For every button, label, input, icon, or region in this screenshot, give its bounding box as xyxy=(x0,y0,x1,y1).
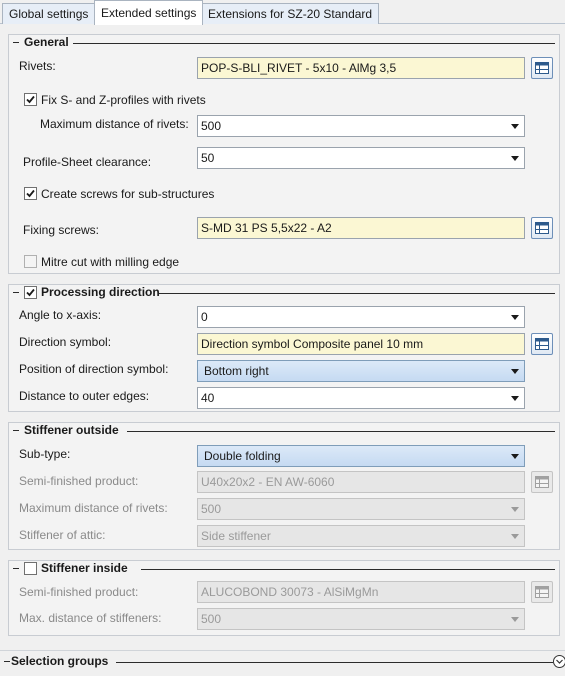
mitre-checkbox[interactable] xyxy=(24,255,37,268)
stiffener-outside-title-text: Stiffener outside xyxy=(24,423,119,437)
angle-label: Angle to x-axis: xyxy=(19,308,102,322)
clearance-value: 50 xyxy=(201,151,215,165)
clearance-dropdown[interactable]: 50 xyxy=(197,147,525,169)
stiffener-outside-title: Stiffener outside xyxy=(13,422,119,438)
direction-symbol-picker-button[interactable] xyxy=(531,333,553,355)
fixing-screws-picker-button[interactable] xyxy=(531,217,553,239)
check-icon xyxy=(26,288,35,296)
tab-extensions-sz20[interactable]: Extensions for SZ-20 Standard xyxy=(201,3,380,24)
stiffener-attic-dropdown[interactable]: Side stiffener xyxy=(197,525,525,547)
table-picker-icon xyxy=(535,222,549,234)
processing-direction-checkbox[interactable] xyxy=(24,285,37,299)
max-rivets-outside-label: Maximum distance of rivets: xyxy=(19,501,168,515)
max-stiffeners-value: 500 xyxy=(201,612,222,626)
position-symbol-value: Bottom right xyxy=(204,364,269,378)
angle-dropdown[interactable]: 0 xyxy=(197,306,525,328)
fix-profiles-label: Fix S- and Z-profiles with rivets xyxy=(41,93,206,107)
table-picker-icon xyxy=(535,62,549,74)
semi-finished-outside-label: Semi-finished product: xyxy=(19,474,139,488)
fixing-screws-field[interactable]: S-MD 31 PS 5,5x22 - A2 xyxy=(197,217,525,239)
semi-finished-inside-label: Semi-finished product: xyxy=(19,585,139,599)
chevron-down-icon xyxy=(511,534,519,539)
tab-extended-settings[interactable]: Extended settings xyxy=(94,0,204,25)
processing-direction-title-text: Processing direction xyxy=(41,285,160,299)
selection-groups-title-text: Selection groups xyxy=(11,654,109,668)
subtype-label: Sub-type: xyxy=(19,447,71,461)
chevron-down-icon xyxy=(511,369,519,374)
processing-direction-group: Processing direction Angle to x-axis: 0 … xyxy=(8,284,560,412)
max-stiffeners-dropdown[interactable]: 500 xyxy=(197,608,525,630)
semi-finished-inside-field[interactable]: ALUCOBOND 30073 - AlSiMgMn xyxy=(197,581,525,603)
max-rivets-outside-value: 500 xyxy=(201,502,222,516)
stiffener-outside-group: Stiffener outside Sub-type: Double foldi… xyxy=(8,422,560,550)
settings-panel: General Rivets: POP-S-BLI_RIVET - 5x10 -… xyxy=(0,24,565,676)
position-symbol-label: Position of direction symbol: xyxy=(19,362,169,376)
stiffener-inside-checkbox[interactable] xyxy=(24,561,37,575)
stiffener-inside-group: Stiffener inside Semi-finished product: … xyxy=(8,560,560,636)
max-stiffeners-label: Max. distance of stiffeners: xyxy=(19,611,162,625)
tab-global-settings[interactable]: Global settings xyxy=(2,3,96,24)
rivets-label: Rivets: xyxy=(19,59,56,73)
distance-edges-value: 40 xyxy=(201,391,215,405)
direction-symbol-field[interactable]: Direction symbol Composite panel 10 mm xyxy=(197,333,525,355)
chevron-down-icon xyxy=(511,617,519,622)
max-rivets-outside-dropdown[interactable]: 500 xyxy=(197,498,525,520)
clearance-label: Profile-Sheet clearance: xyxy=(23,155,152,169)
max-distance-dropdown[interactable]: 500 xyxy=(197,115,525,137)
chevron-down-icon xyxy=(511,156,519,161)
general-group-title: General xyxy=(13,34,69,50)
tab-bar: Global settings Extended settings Extens… xyxy=(0,0,565,25)
subtype-dropdown[interactable]: Double folding xyxy=(197,445,525,467)
selection-groups-header[interactable]: Selection groups xyxy=(0,650,565,670)
chevron-down-icon xyxy=(511,507,519,512)
rivets-field[interactable]: POP-S-BLI_RIVET - 5x10 - AlMg 3,5 xyxy=(197,57,525,79)
fix-profiles-checkbox[interactable] xyxy=(24,93,37,106)
rivets-picker-button[interactable] xyxy=(531,57,553,79)
general-title-text: General xyxy=(24,35,69,49)
processing-direction-title: Processing direction xyxy=(13,284,160,300)
distance-edges-dropdown[interactable]: 40 xyxy=(197,387,525,409)
chevron-down-icon xyxy=(511,454,519,459)
angle-value: 0 xyxy=(201,310,208,324)
chevron-down-icon xyxy=(511,315,519,320)
general-group: General Rivets: POP-S-BLI_RIVET - 5x10 -… xyxy=(8,34,560,274)
stiffener-attic-label: Stiffener of attic: xyxy=(19,528,106,542)
chevron-down-icon xyxy=(511,124,519,129)
collapse-icon[interactable] xyxy=(553,655,565,668)
table-picker-icon xyxy=(535,476,549,488)
check-icon xyxy=(26,95,35,104)
direction-symbol-label: Direction symbol: xyxy=(19,335,112,349)
semi-finished-outside-field[interactable]: U40x20x2 - EN AW-6060 xyxy=(197,471,525,493)
stiffener-inside-title-text: Stiffener inside xyxy=(41,561,128,575)
distance-edges-label: Distance to outer edges: xyxy=(19,389,150,403)
chevron-down-icon xyxy=(511,396,519,401)
stiffener-inside-title: Stiffener inside xyxy=(13,560,128,576)
max-distance-label: Maximum distance of rivets: xyxy=(40,117,189,131)
max-distance-value: 500 xyxy=(201,119,222,133)
fixing-screws-label: Fixing screws: xyxy=(23,223,100,237)
create-screws-label: Create screws for sub-structures xyxy=(41,187,215,201)
subtype-value: Double folding xyxy=(204,449,281,463)
check-icon xyxy=(26,189,35,198)
create-screws-checkbox[interactable] xyxy=(24,187,37,200)
mitre-label: Mitre cut with milling edge xyxy=(41,255,180,269)
table-picker-icon xyxy=(535,586,549,598)
table-picker-icon xyxy=(535,338,549,350)
semi-finished-outside-picker-button[interactable] xyxy=(531,471,553,493)
selection-groups-title: Selection groups xyxy=(4,654,108,668)
position-symbol-dropdown[interactable]: Bottom right xyxy=(197,360,525,382)
stiffener-attic-value: Side stiffener xyxy=(201,529,271,543)
semi-finished-inside-picker-button[interactable] xyxy=(531,581,553,603)
